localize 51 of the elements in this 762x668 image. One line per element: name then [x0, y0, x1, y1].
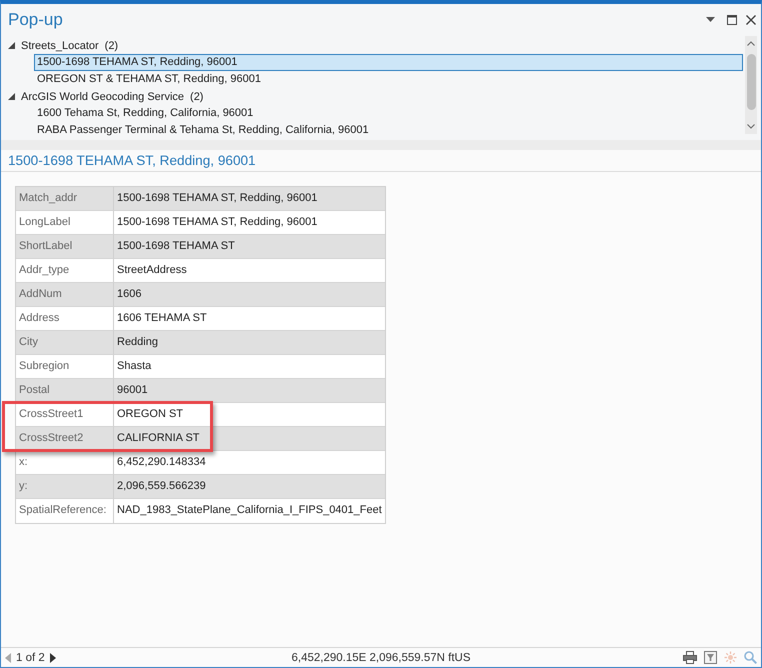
field-name-cell: x:	[16, 451, 114, 475]
page-indicator: 1 of 2	[16, 652, 45, 664]
field-value-cell: CALIFORNIA ST	[114, 427, 385, 451]
chevron-down-icon[interactable]	[747, 124, 755, 129]
expanded-triangle-icon[interactable]	[8, 42, 15, 49]
field-name-cell: y:	[16, 475, 114, 499]
field-name-cell: CrossStreet2	[16, 427, 114, 451]
field-name-cell: SpatialReference:	[16, 499, 114, 523]
locator-label[interactable]: ArcGIS World Geocoding Service	[21, 90, 184, 102]
field-name-cell: Match_addr	[16, 187, 114, 211]
field-name-cell: LongLabel	[16, 211, 114, 235]
field-name-cell: ShortLabel	[16, 235, 114, 259]
field-name-cell: City	[16, 331, 114, 355]
result-item[interactable]: OREGON ST & TEHAMA ST, Redding, 96001	[34, 71, 743, 88]
field-name-cell: AddNum	[16, 283, 114, 307]
field-value-cell: Redding	[114, 331, 385, 355]
field-name-cell: Addr_type	[16, 259, 114, 283]
scrollbar[interactable]	[745, 36, 757, 134]
field-value-cell: StreetAddress	[114, 259, 385, 283]
field-name-cell: Postal	[16, 379, 114, 403]
result-item[interactable]: 1500-1698 TEHAMA ST, Redding, 96001	[34, 54, 743, 71]
field-value-cell: 1500-1698 TEHAMA ST	[114, 235, 385, 259]
caret-down-icon[interactable]	[706, 17, 715, 22]
result-count: (2)	[190, 90, 204, 102]
locator-label[interactable]: Streets_Locator	[21, 40, 99, 52]
maximize-icon[interactable]	[727, 14, 737, 24]
field-value-cell: 96001	[114, 379, 385, 403]
printer-icon[interactable]	[683, 651, 697, 664]
field-value-cell: 1606	[114, 283, 385, 307]
result-count: (2)	[104, 40, 118, 52]
field-value-cell: 6,452,290.148334	[114, 451, 385, 475]
field-name-cell: Subregion	[16, 355, 114, 379]
close-icon[interactable]	[746, 14, 756, 24]
field-value-cell: 1500-1698 TEHAMA ST, Redding, 96001	[114, 211, 385, 235]
funnel-box-icon[interactable]	[704, 651, 717, 664]
field-value-cell: Shasta	[114, 355, 385, 379]
chevron-up-icon[interactable]	[747, 41, 755, 46]
result-item[interactable]: RABA Passenger Terminal & Tehama St, Redding, California, 96001	[34, 122, 743, 139]
field-value-cell: 2,096,559.566239	[114, 475, 385, 499]
coordinates-readout: 6,452,290.15E 2,096,559.57N ftUS	[291, 652, 471, 664]
expanded-triangle-icon[interactable]	[8, 93, 15, 100]
field-value-cell: 1606 TEHAMA ST	[114, 307, 385, 331]
field-value-cell: 1500-1698 TEHAMA ST, Redding, 96001	[114, 187, 385, 211]
scrollbar-thumb[interactable]	[746, 54, 756, 110]
field-value-cell: OREGON ST	[114, 403, 385, 427]
field-name-cell: Address	[16, 307, 114, 331]
field-value-cell: NAD_1983_StatePlane_California_I_FIPS_0401_Feet	[114, 499, 385, 523]
pane-title: Pop-up	[8, 10, 63, 30]
caret-right-icon[interactable]	[50, 652, 56, 662]
field-name-cell: CrossStreet1	[16, 403, 114, 427]
result-item[interactable]: 1600 Tehama St, Redding, California, 96001	[34, 105, 743, 122]
